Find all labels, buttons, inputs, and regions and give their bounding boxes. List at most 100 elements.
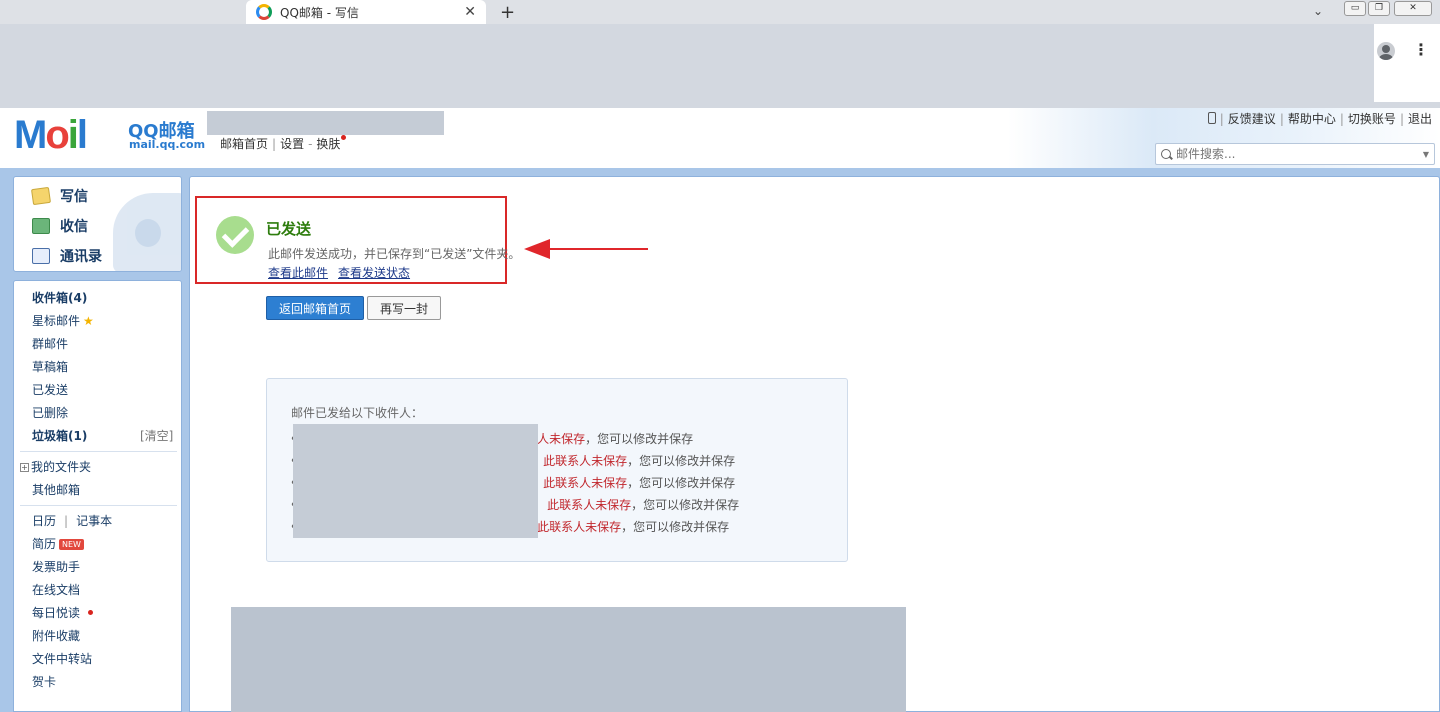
write-label: 写信 (60, 189, 88, 205)
unsaved-contact-warning[interactable]: 此联系人未保存 (543, 454, 627, 468)
view-send-status-link[interactable]: 查看发送状态 (338, 266, 410, 280)
separator: | (64, 514, 69, 528)
sent-status-title: 已发送 (266, 220, 312, 238)
unsaved-contact-warning[interactable]: 此联系人未保存 (543, 476, 627, 490)
annotation-arrow (540, 248, 648, 250)
folder-panel: 收件箱(4) 星标邮件 ★ 群邮件 草稿箱 已发送 已删除 垃圾箱(1) [清空]… (13, 280, 182, 712)
search-icon (1161, 149, 1171, 159)
receive-mail-button[interactable]: 收信 (32, 216, 88, 236)
tab-title: QQ邮箱 - 写信 (280, 5, 359, 20)
tab-search-dropdown-icon[interactable]: ⌄ (1313, 4, 1323, 18)
separator: | (1339, 112, 1344, 126)
top-right-links: | 反馈建议 | 帮助中心 | 切换账号 | 退出 (1207, 110, 1432, 127)
annotation-arrow-head (524, 239, 550, 259)
profile-avatar-icon[interactable] (1377, 42, 1395, 60)
recipient-addresses-redacted (293, 424, 538, 538)
app-resume[interactable]: 简历 NEW (32, 535, 84, 552)
logout-link[interactable]: 退出 (1408, 112, 1432, 126)
content-redacted (231, 607, 906, 712)
sent-status-description: 此邮件发送成功，并已保存到“已发送”文件夹。 (268, 247, 521, 261)
notification-dot (88, 610, 94, 615)
feedback-link[interactable]: 反馈建议 (1228, 112, 1276, 126)
star-icon: ★ (83, 314, 94, 328)
mail-search-box[interactable]: ▼ (1155, 143, 1435, 165)
minimize-button[interactable]: ▭ (1344, 1, 1366, 16)
sent-links: 查看此邮件 查看发送状态 (268, 264, 420, 281)
recipient-hint: ，您可以修改并保存 (631, 498, 740, 512)
tab-close-icon[interactable]: ✕ (464, 4, 476, 20)
app-daily-reading[interactable]: 每日悦读 (32, 604, 94, 621)
folder-other-mailbox[interactable]: 其他邮箱 (32, 481, 80, 498)
expand-icon[interactable]: + (20, 463, 29, 472)
separator: | (1279, 112, 1284, 126)
browser-toolbar-right (1374, 24, 1440, 102)
header-links: 邮箱首页 | 设置 - 换肤 (220, 135, 347, 152)
clear-spam-link[interactable]: [清空] (140, 427, 173, 444)
change-skin-link[interactable]: 换肤 (316, 137, 340, 151)
mail-logo[interactable]: Moil (14, 113, 88, 158)
calendar-notes-row: 日历 | 记事本 (32, 512, 112, 529)
back-to-mailbox-button[interactable]: 返回邮箱首页 (266, 296, 364, 320)
folder-drafts[interactable]: 草稿箱 (32, 358, 68, 375)
help-center-link[interactable]: 帮助中心 (1288, 112, 1336, 126)
app-online-docs[interactable]: 在线文档 (32, 581, 80, 598)
logo-o: o (45, 113, 69, 157)
app-file-transfer[interactable]: 文件中转站 (32, 650, 92, 667)
folder-sent[interactable]: 已发送 (32, 381, 68, 398)
mobile-phone-icon[interactable] (1207, 112, 1216, 124)
logo-domain: mail.qq.com (129, 138, 206, 151)
app-invoice[interactable]: 发票助手 (32, 558, 80, 575)
browser-menu-icon[interactable]: ⋮ (1413, 40, 1429, 59)
folder-my-folders[interactable]: + 我的文件夹 (20, 458, 91, 475)
contact-card-icon (32, 248, 50, 264)
notification-dot (341, 135, 347, 140)
separator: | (1399, 112, 1404, 126)
folder-deleted[interactable]: 已删除 (32, 404, 68, 421)
browser-toolbar-redacted (0, 24, 1440, 108)
daily-reading-label: 每日悦读 (32, 606, 81, 620)
folder-starred[interactable]: 星标邮件 ★ (32, 312, 94, 329)
separator: - (308, 137, 313, 151)
separator: | (272, 137, 277, 151)
app-greeting-cards[interactable]: 贺卡 (32, 673, 56, 690)
search-dropdown-icon[interactable]: ▼ (1423, 150, 1429, 159)
quick-actions-panel: 写信 收信 通讯录 (13, 176, 182, 272)
divider (20, 451, 177, 452)
qq-penguin-decoration-icon (113, 193, 181, 271)
recipient-hint: ，您可以修改并保存 (621, 520, 730, 534)
browser-tab-bar (0, 0, 1440, 24)
starred-label: 星标邮件 (32, 314, 81, 328)
folder-spam[interactable]: 垃圾箱(1) (32, 427, 87, 444)
new-tab-button[interactable]: + (500, 2, 515, 23)
recipient-hint: ，您可以修改并保存 (627, 454, 736, 468)
account-name-redacted (207, 111, 444, 135)
write-mail-button[interactable]: 写信 (30, 186, 88, 206)
write-another-button[interactable]: 再写一封 (367, 296, 441, 320)
unsaved-contact-warning[interactable]: 人未保存 (537, 432, 585, 446)
unsaved-contact-warning[interactable]: 此联系人未保存 (537, 520, 621, 534)
mail-search-input[interactable] (1176, 147, 1423, 161)
calendar-link[interactable]: 日历 (32, 514, 56, 528)
new-badge: NEW (59, 539, 84, 550)
folder-group[interactable]: 群邮件 (32, 335, 68, 352)
mail-home-link[interactable]: 邮箱首页 (220, 137, 268, 151)
recipient-hint: ，您可以修改并保存 (585, 432, 694, 446)
inbox-download-icon (32, 218, 50, 234)
view-mail-link[interactable]: 查看此邮件 (268, 266, 328, 280)
folder-inbox[interactable]: 收件箱(4) (32, 289, 87, 306)
app-attachments[interactable]: 附件收藏 (32, 627, 80, 644)
browser-tab[interactable]: QQ邮箱 - 写信 ✕ (246, 0, 486, 24)
unsaved-contact-warning[interactable]: 此联系人未保存 (547, 498, 631, 512)
restore-button[interactable]: ❐ (1368, 1, 1390, 16)
logo-m: M (14, 113, 47, 157)
logo-l: l (76, 113, 88, 157)
notes-link[interactable]: 记事本 (76, 514, 112, 528)
separator: | (1219, 112, 1224, 126)
window-close-button[interactable]: ✕ (1394, 1, 1432, 16)
settings-link[interactable]: 设置 (280, 137, 304, 151)
switch-account-link[interactable]: 切换账号 (1348, 112, 1396, 126)
logo-i: i (67, 113, 79, 157)
contacts-button[interactable]: 通讯录 (32, 246, 102, 266)
divider (20, 505, 177, 506)
recipients-heading: 邮件已发给以下收件人： (291, 406, 424, 420)
